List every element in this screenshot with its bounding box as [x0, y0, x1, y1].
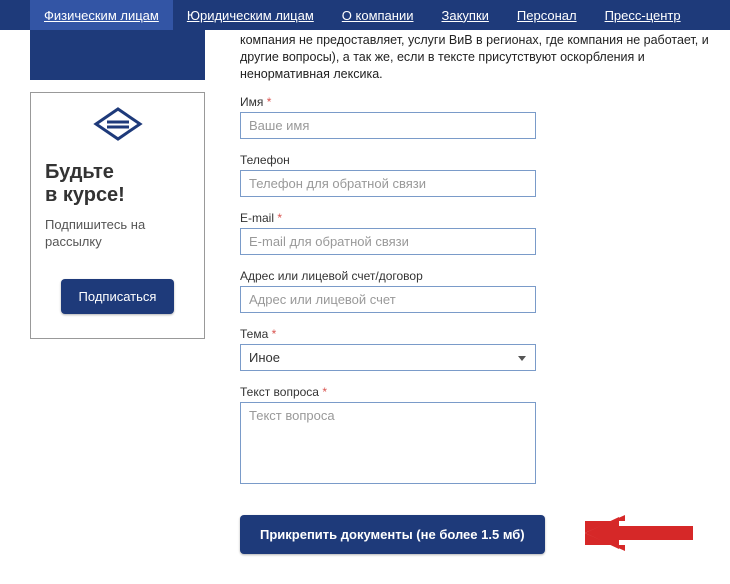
nav-item-legal[interactable]: Юридическим лицам: [173, 0, 328, 30]
address-label: Адрес или лицевой счет/договор: [240, 269, 730, 283]
nav-item-personnel[interactable]: Персонал: [503, 0, 591, 30]
sidebar: Будьте в курсе! Подпишитесь на рассылку …: [30, 30, 220, 554]
name-label: Имя *: [240, 95, 730, 109]
top-navigation: Физическим лицам Юридическим лицам О ком…: [0, 0, 730, 30]
nav-item-purchases[interactable]: Закупки: [427, 0, 502, 30]
annotation-arrow-icon: [585, 515, 695, 554]
disclaimer-text: компания не предоставляет, услуги ВиВ в …: [240, 32, 730, 83]
subscribe-text: Подпишитесь на рассылку: [45, 217, 190, 251]
email-input[interactable]: [240, 228, 536, 255]
phone-input[interactable]: [240, 170, 536, 197]
address-input[interactable]: [240, 286, 536, 313]
question-text-label: Текст вопроса *: [240, 385, 730, 399]
topic-label: Тема *: [240, 327, 730, 341]
question-textarea[interactable]: [240, 402, 536, 484]
subscribe-title: Будьте в курсе!: [45, 161, 190, 207]
subscribe-box: Будьте в курсе! Подпишитесь на рассылку …: [30, 92, 205, 339]
subscribe-button[interactable]: Подписаться: [61, 279, 175, 314]
email-label: E-mail *: [240, 211, 730, 225]
name-input[interactable]: [240, 112, 536, 139]
sidebar-blue-block: [30, 30, 205, 80]
nav-item-press[interactable]: Пресс-центр: [591, 0, 695, 30]
attach-documents-button[interactable]: Прикрепить документы (не более 1.5 мб): [240, 515, 545, 554]
nav-item-individuals[interactable]: Физическим лицам: [30, 0, 173, 30]
envelope-icon: [45, 107, 190, 151]
main-form-area: компания не предоставляет, услуги ВиВ в …: [240, 30, 730, 554]
topic-select[interactable]: Иное: [240, 344, 536, 371]
phone-label: Телефон: [240, 153, 730, 167]
nav-item-about[interactable]: О компании: [328, 0, 428, 30]
